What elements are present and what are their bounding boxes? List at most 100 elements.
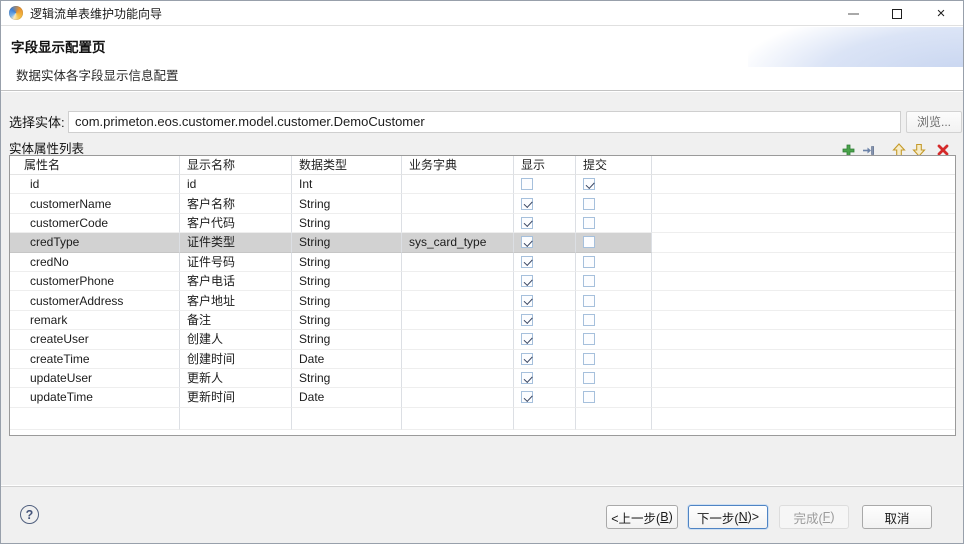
- table-row[interactable]: ididInt: [10, 175, 955, 194]
- cell-filler: [652, 388, 955, 407]
- show-checkbox[interactable]: [521, 236, 533, 248]
- help-button[interactable]: ?: [20, 505, 39, 524]
- cell-dict: [402, 272, 514, 291]
- cell-display-name: 客户名称: [180, 194, 292, 213]
- submit-checkbox[interactable]: [583, 178, 595, 190]
- show-checkbox[interactable]: [521, 295, 533, 307]
- cell-display-name: 证件号码: [180, 253, 292, 272]
- submit-checkbox[interactable]: [583, 314, 595, 326]
- table-row[interactable]: updateUser更新人String: [10, 369, 955, 388]
- cell-name: customerAddress: [10, 291, 180, 310]
- cell-name: id: [10, 175, 180, 194]
- cell-data-type: String: [292, 330, 402, 349]
- app-logo-icon: [9, 6, 23, 20]
- show-checkbox[interactable]: [521, 256, 533, 268]
- table-row[interactable]: customerName客户名称String: [10, 194, 955, 213]
- finish-button: 完成(F): [779, 505, 849, 529]
- col-header-name[interactable]: 属性名: [10, 156, 180, 175]
- entity-label: 选择实体:: [9, 113, 65, 133]
- cell-dict: [402, 330, 514, 349]
- table-row[interactable]: customerAddress客户地址String: [10, 291, 955, 310]
- cell-data-type: Date: [292, 350, 402, 369]
- close-button[interactable]: ×: [919, 1, 963, 26]
- cell-data-type: String: [292, 233, 402, 252]
- submit-checkbox[interactable]: [583, 217, 595, 229]
- table-row[interactable]: remark备注String: [10, 311, 955, 330]
- cell-dict: sys_card_type: [402, 233, 514, 252]
- show-checkbox[interactable]: [521, 314, 533, 326]
- empty-cell: [10, 408, 180, 430]
- empty-cell: [514, 408, 576, 430]
- back-button[interactable]: <上一步(B): [606, 505, 678, 529]
- show-checkbox[interactable]: [521, 275, 533, 287]
- show-checkbox-cell: [514, 253, 576, 272]
- show-checkbox[interactable]: [521, 333, 533, 345]
- minimize-button[interactable]: [831, 1, 875, 26]
- submit-checkbox[interactable]: [583, 295, 595, 307]
- show-checkbox[interactable]: [521, 217, 533, 229]
- maximize-button[interactable]: [875, 1, 919, 26]
- show-checkbox-cell: [514, 233, 576, 252]
- col-header-dict[interactable]: 业务字典: [402, 156, 514, 175]
- cell-data-type: String: [292, 214, 402, 233]
- submit-checkbox-cell: [576, 388, 652, 407]
- submit-checkbox[interactable]: [583, 353, 595, 365]
- cell-name: updateUser: [10, 369, 180, 388]
- table-row[interactable]: customerPhone客户电话String: [10, 272, 955, 291]
- cell-dict: [402, 388, 514, 407]
- submit-checkbox-cell: [576, 253, 652, 272]
- cell-data-type: String: [292, 369, 402, 388]
- col-header-data-type[interactable]: 数据类型: [292, 156, 402, 175]
- cell-filler: [652, 194, 955, 213]
- cell-data-type: String: [292, 253, 402, 272]
- browse-button[interactable]: 浏览...: [906, 111, 962, 133]
- window-title: 逻辑流单表维护功能向导: [30, 5, 162, 22]
- show-checkbox[interactable]: [521, 353, 533, 365]
- empty-row: [10, 408, 955, 430]
- submit-checkbox[interactable]: [583, 275, 595, 287]
- table-body: ididIntcustomerName客户名称StringcustomerCod…: [10, 175, 955, 430]
- table-header: 属性名 显示名称 数据类型 业务字典 显示 提交: [10, 156, 955, 175]
- show-checkbox[interactable]: [521, 391, 533, 403]
- cell-name: createUser: [10, 330, 180, 349]
- cell-data-type: String: [292, 194, 402, 213]
- show-checkbox[interactable]: [521, 178, 533, 190]
- submit-checkbox[interactable]: [583, 372, 595, 384]
- show-checkbox[interactable]: [521, 198, 533, 210]
- entity-input[interactable]: com.primeton.eos.customer.model.customer…: [68, 111, 901, 133]
- submit-checkbox[interactable]: [583, 198, 595, 210]
- submit-checkbox[interactable]: [583, 333, 595, 345]
- cancel-button[interactable]: 取消: [862, 505, 932, 529]
- cell-dict: [402, 175, 514, 194]
- show-checkbox[interactable]: [521, 372, 533, 384]
- col-header-submit[interactable]: 提交: [576, 156, 652, 175]
- col-header-display-name[interactable]: 显示名称: [180, 156, 292, 175]
- show-checkbox-cell: [514, 388, 576, 407]
- cell-name: credType: [10, 233, 180, 252]
- cell-dict: [402, 194, 514, 213]
- cell-dict: [402, 291, 514, 310]
- table-row[interactable]: createUser创建人String: [10, 330, 955, 349]
- cell-data-type: String: [292, 291, 402, 310]
- table-row[interactable]: credNo证件号码String: [10, 253, 955, 272]
- table-row[interactable]: createTime创建时间Date: [10, 350, 955, 369]
- show-checkbox-cell: [514, 214, 576, 233]
- col-header-filler: [652, 156, 955, 175]
- cell-dict: [402, 311, 514, 330]
- page-title: 字段显示配置页: [11, 36, 106, 56]
- show-checkbox-cell: [514, 175, 576, 194]
- submit-checkbox[interactable]: [583, 256, 595, 268]
- col-header-show[interactable]: 显示: [514, 156, 576, 175]
- wizard-window: 逻辑流单表维护功能向导 × 字段显示配置页 数据实体各字段显示信息配置 选择实体…: [0, 0, 964, 544]
- wizard-banner: 字段显示配置页 数据实体各字段显示信息配置: [1, 27, 963, 91]
- cell-display-name: 更新人: [180, 369, 292, 388]
- table-row[interactable]: credType证件类型Stringsys_card_type: [10, 233, 955, 252]
- cell-filler: [652, 311, 955, 330]
- show-checkbox-cell: [514, 369, 576, 388]
- cell-display-name: id: [180, 175, 292, 194]
- table-row[interactable]: updateTime更新时间Date: [10, 388, 955, 407]
- submit-checkbox[interactable]: [583, 236, 595, 248]
- table-row[interactable]: customerCode客户代码String: [10, 214, 955, 233]
- submit-checkbox[interactable]: [583, 391, 595, 403]
- next-button[interactable]: 下一步(N)>: [688, 505, 768, 529]
